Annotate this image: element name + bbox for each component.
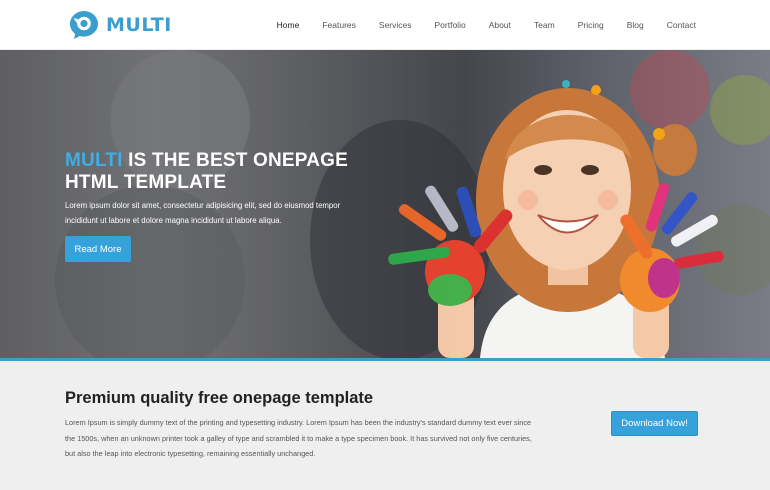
hero-title-brand: MULTI [65, 150, 123, 171]
nav-item-about[interactable]: About [489, 20, 511, 30]
download-now-button[interactable]: Download Now! [611, 411, 698, 436]
promo-title: Premium quality free onepage template [65, 389, 374, 407]
nav-item-team[interactable]: Team [534, 20, 555, 30]
nav-item-portfolio[interactable]: Portfolio [435, 20, 466, 30]
nav-item-blog[interactable]: Blog [627, 20, 644, 30]
hero-title-line2: HTML TEMPLATE [65, 172, 227, 193]
hero-title: MULTI IS THE BEST ONEPAGE HTML TEMPLATE [65, 150, 385, 194]
nav-item-pricing[interactable]: Pricing [578, 20, 604, 30]
nav-item-home[interactable]: Home [277, 20, 300, 30]
logo[interactable]: MULTI [68, 8, 172, 42]
hero-description: Lorem ipsum dolor sit amet, consectetur … [65, 201, 341, 225]
nav-item-features[interactable]: Features [322, 20, 356, 30]
nav-item-contact[interactable]: Contact [667, 20, 696, 30]
hero-title-line1: IS THE BEST ONEPAGE [122, 150, 348, 171]
read-more-button[interactable]: Read More [65, 236, 131, 262]
chat-bubble-logo-icon [70, 11, 98, 39]
site-header: MULTI Home Features Services Portfolio A… [0, 0, 770, 50]
promo-text: Lorem Ipsum is simply dummy text of the … [65, 418, 532, 458]
nav-item-services[interactable]: Services [379, 20, 412, 30]
main-nav: Home Features Services Portfolio About T… [254, 0, 696, 50]
logo-text: MULTI [106, 14, 172, 36]
